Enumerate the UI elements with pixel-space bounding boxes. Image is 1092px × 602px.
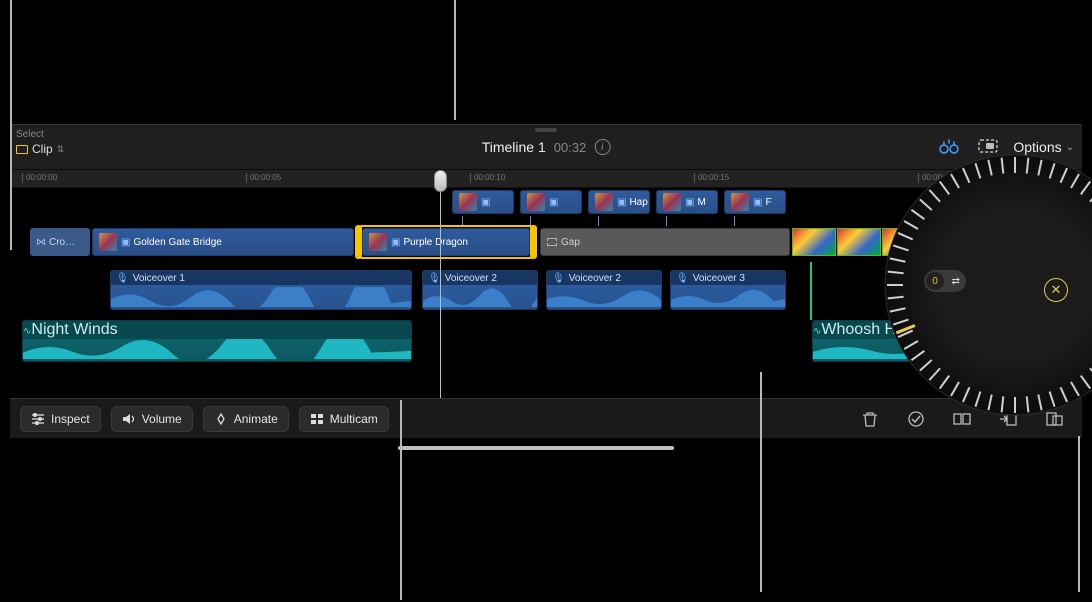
mic-icon: 🎙	[552, 273, 565, 284]
timeline-duration: 00:32	[554, 140, 587, 155]
tracks-area[interactable]: ▣ ▣ ▣Hap ▣M ▣F ⋈Cro… ▣Golden Gate Bridge…	[10, 188, 1082, 398]
chevron-updown-icon: ⇅	[57, 144, 65, 155]
timeline-header: Select Clip ⇅ Timeline 1 00:32 i Options…	[10, 124, 1082, 170]
camera-icon: ▣	[121, 237, 130, 248]
connected-clips-lane: ▣ ▣ ▣Hap ▣M ▣F	[10, 190, 1082, 216]
timeline-panel: Select Clip ⇅ Timeline 1 00:32 i Options…	[10, 124, 1082, 438]
chevron-down-icon: ⌄	[1066, 142, 1074, 153]
callout-line	[400, 400, 402, 592]
split-button[interactable]	[944, 404, 980, 434]
music-clip[interactable]: ∿Whoosh Hit	[812, 320, 1070, 362]
primary-clip-thumbs[interactable]	[1022, 228, 1082, 256]
info-icon[interactable]: i	[594, 139, 610, 155]
connected-clip[interactable]: ▣	[452, 190, 514, 214]
animate-button[interactable]: Animate	[203, 406, 289, 432]
inspect-button[interactable]: Inspect	[20, 406, 101, 432]
gap-clip[interactable]: Gap	[540, 228, 790, 256]
gap-icon	[547, 238, 557, 246]
primary-clip-selected[interactable]: ▣Purple Dragon	[362, 228, 530, 256]
camera-icon: ▣	[753, 197, 762, 208]
selection-handle-right[interactable]	[530, 225, 537, 259]
ruler-tick: 00:00:05	[246, 173, 281, 183]
primary-storyline: ⋈Cro… ▣Golden Gate Bridge ▣Purple Dragon…	[10, 228, 1082, 260]
connected-clip[interactable]: ▣Hap	[588, 190, 650, 214]
camera-icon: ▣	[549, 197, 558, 208]
trash-button[interactable]	[852, 404, 888, 434]
select-label: Select	[16, 129, 64, 140]
jog-close-button[interactable]: ✕	[1044, 278, 1068, 302]
magnetic-icon[interactable]	[977, 138, 999, 156]
selection-mode-popup[interactable]: Clip ⇅	[16, 142, 64, 156]
ruler-tick: 00:00:10	[470, 173, 505, 183]
timeline-toolbar: Inspect Volume Animate Multicam	[10, 398, 1082, 438]
enable-button[interactable]	[898, 404, 934, 434]
audio-clip[interactable]: 🎙Voiceover 1	[110, 270, 412, 310]
camera-icon: ▣	[617, 197, 626, 208]
marker[interactable]	[810, 262, 812, 320]
music-lane: ∿Night Winds ∿Whoosh Hit	[10, 320, 1082, 366]
primary-clip-thumbs[interactable]	[792, 228, 1020, 256]
link-clip-icon[interactable]	[937, 139, 963, 155]
volume-button[interactable]: Volume	[111, 406, 193, 432]
selection-handle-left[interactable]	[355, 225, 362, 259]
callout-line	[10, 0, 12, 250]
callout-line	[760, 372, 762, 592]
title-group: Timeline 1 00:32 i	[482, 139, 611, 155]
connected-clip[interactable]: ▣M	[656, 190, 718, 214]
transition-clip[interactable]: ⋈Cro…	[30, 228, 90, 256]
callout-line	[1078, 436, 1080, 592]
mic-icon: 🎙	[428, 273, 441, 284]
ruler-tick: 00:00:00	[22, 173, 57, 183]
ruler-tick: 00:00:20	[918, 173, 953, 183]
camera-icon: ▣	[391, 237, 400, 248]
camera-icon: ▣	[481, 197, 490, 208]
playhead[interactable]	[440, 170, 441, 398]
mic-icon: 🎙	[676, 273, 689, 284]
horizontal-scroll-indicator[interactable]	[398, 446, 674, 450]
time-ruler[interactable]: 00:00:00 00:00:05 00:00:10 00:00:15 00:0…	[10, 170, 1082, 188]
options-label: Options	[1013, 139, 1061, 155]
grabber-pill[interactable]	[535, 128, 557, 132]
clip-mode-icon	[16, 145, 28, 154]
connected-clip[interactable]: ▣F	[724, 190, 786, 214]
ruler-tick: 00:00:15	[694, 173, 729, 183]
overwrite-button[interactable]	[1036, 404, 1072, 434]
crossfade-icon: ⋈	[36, 237, 46, 248]
music-clip[interactable]: ∿Night Winds	[22, 320, 412, 362]
options-menu[interactable]: Options ⌄	[1013, 139, 1074, 155]
mic-icon: 🎙	[116, 273, 129, 284]
primary-clip[interactable]: ▣Golden Gate Bridge	[92, 228, 354, 256]
callout-line	[454, 0, 456, 120]
connected-clip[interactable]: ▣	[520, 190, 582, 214]
header-right: Options ⌄	[937, 138, 1074, 156]
playhead-knob[interactable]	[434, 170, 447, 192]
jog-mode-toggle[interactable]: 0 ⇄	[924, 270, 966, 292]
audio-clip[interactable]: 🎙Voiceover 2	[546, 270, 662, 310]
jog-key-icon: 0	[926, 272, 944, 290]
multicam-button[interactable]: Multicam	[299, 406, 389, 432]
voiceover-lane: 🎙Voiceover 1 🎙Voiceover 2 🎙Voiceover 2 🎙…	[10, 270, 1082, 314]
selection-mode-value: Clip	[32, 142, 53, 156]
audio-clip[interactable]: 🎙Voiceover 3	[670, 270, 786, 310]
selection-mode-group: Select Clip ⇅	[16, 129, 64, 156]
timeline-title: Timeline 1	[482, 139, 546, 155]
swap-icon: ⇄	[952, 276, 960, 287]
marker[interactable]	[970, 236, 972, 320]
insert-button[interactable]	[990, 404, 1026, 434]
camera-icon: ▣	[685, 197, 694, 208]
